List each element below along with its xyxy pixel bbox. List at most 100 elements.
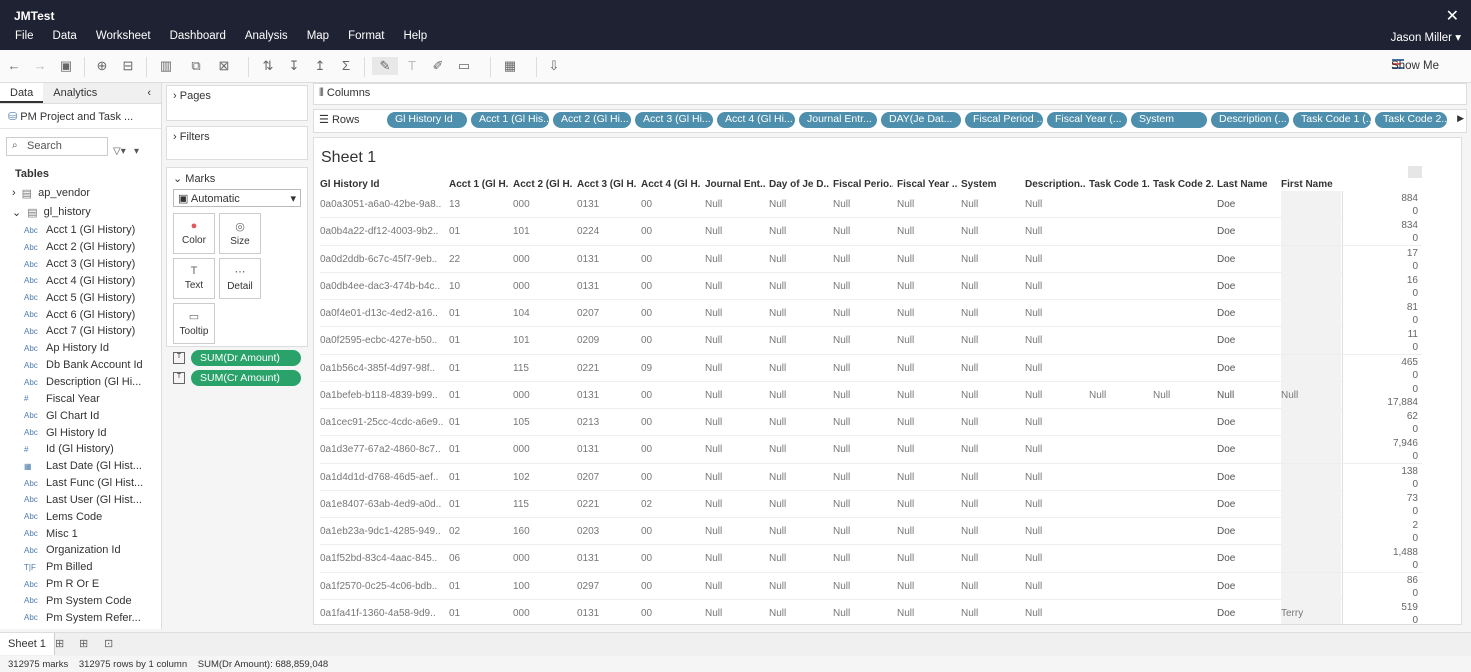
field-item[interactable]: Abc Acct 3 (Gl History)	[0, 256, 161, 273]
column-header[interactable]: Task Code 1...	[1089, 179, 1149, 190]
mark-size-button[interactable]: ◎ Size	[219, 213, 261, 254]
column-header[interactable]: Description...	[1025, 179, 1085, 190]
row-pill[interactable]: DAY(Je Dat...	[881, 112, 961, 128]
column-header[interactable]: Acct 2 (Gl H...	[513, 179, 573, 190]
row-pill[interactable]: Acct 3 (Gl Hi...	[635, 112, 713, 128]
field-item[interactable]: Abc Acct 2 (Gl History)	[0, 239, 161, 256]
row-pill[interactable]: Fiscal Period ...	[965, 112, 1043, 128]
field-item[interactable]: Abc Acct 6 (Gl History)	[0, 306, 161, 323]
scroll-right-icon[interactable]: ▶	[1457, 113, 1464, 124]
column-header[interactable]: Acct 3 (Gl H...	[577, 179, 637, 190]
field-item[interactable]: Abc Pm R Or E	[0, 576, 161, 593]
pause-updates-icon[interactable]: ⊟	[118, 57, 138, 75]
new-dashboard-icon[interactable]: ⊞	[79, 637, 95, 650]
menu-analysis[interactable]: Analysis	[245, 30, 288, 46]
row-pill[interactable]: Fiscal Year (...	[1047, 112, 1127, 128]
field-item[interactable]: Abc Gl Chart Id	[0, 407, 161, 424]
column-header[interactable]: Journal Ent...	[705, 179, 765, 190]
row-pill[interactable]: Journal Entr...	[799, 112, 877, 128]
field-item[interactable]: Abc Acct 4 (Gl History)	[0, 273, 161, 290]
duplicate-icon[interactable]: ⧉	[186, 57, 206, 75]
totals-icon[interactable]: Σ	[336, 57, 356, 75]
rows-shelf[interactable]: ☰ Rows Gl History Id Acct 1 (Gl His... Acc…	[313, 109, 1467, 133]
tab-sheet-1[interactable]: Sheet 1	[0, 633, 55, 655]
row-pill[interactable]: Acct 2 (Gl Hi...	[553, 112, 631, 128]
table-ap_vendor[interactable]: › ▤ ap_vendor	[0, 184, 161, 203]
sort-asc-icon[interactable]: ↧	[284, 57, 304, 75]
field-item[interactable]: Abc Acct 7 (Gl History)	[0, 323, 161, 340]
clear-icon[interactable]: ⊠	[214, 57, 234, 75]
column-header[interactable]: Acct 1 (Gl H...	[449, 179, 509, 190]
download-icon[interactable]: ⇩	[544, 57, 564, 75]
new-story-icon[interactable]: ⊡	[104, 637, 120, 650]
field-item[interactable]: Abc Description (Gl Hi...	[0, 374, 161, 391]
field-item[interactable]: T|F Pm Billed	[0, 559, 161, 576]
menu-format[interactable]: Format	[348, 30, 384, 46]
measure-pill[interactable]: SUM(Dr Amount)	[191, 350, 301, 366]
show-me-button[interactable]: Show Me	[1391, 60, 1439, 72]
mark-detail-button[interactable]: ⋯ Detail	[219, 258, 261, 299]
column-header[interactable]: Gl History Id	[320, 179, 445, 190]
row-pill[interactable]: System	[1131, 112, 1207, 128]
column-header[interactable]: System	[961, 179, 1021, 190]
field-item[interactable]: # Id (Gl History)	[0, 441, 161, 458]
row-pill[interactable]: Acct 4 (Gl Hi...	[717, 112, 795, 128]
tab-data[interactable]: Data	[0, 83, 44, 103]
row-pill[interactable]: Acct 1 (Gl His...	[471, 112, 549, 128]
search-input[interactable]: ⌕ Search	[6, 137, 108, 156]
presentation-icon[interactable]: ▦	[500, 57, 520, 75]
row-pill[interactable]: Task Code 1 (...	[1293, 112, 1371, 128]
field-item[interactable]: Abc Lems Code	[0, 508, 161, 525]
menu-worksheet[interactable]: Worksheet	[96, 30, 151, 46]
mark-tooltip-button[interactable]: ▭ Tooltip	[173, 303, 215, 344]
menu-data[interactable]: Data	[53, 30, 77, 46]
field-item[interactable]: Abc Last Func (Gl Hist...	[0, 475, 161, 492]
menu-help[interactable]: Help	[403, 30, 427, 46]
field-item[interactable]: ▦ Last Date (Gl Hist...	[0, 458, 161, 475]
new-worksheet-icon[interactable]: ▥	[156, 57, 176, 75]
user-menu[interactable]: Jason Miller ▾	[1391, 30, 1461, 44]
columns-shelf[interactable]: ⦀ Columns	[313, 83, 1467, 105]
new-worksheet-icon[interactable]: ⊞	[55, 637, 71, 650]
field-item[interactable]: Abc Pm System Refer...	[0, 609, 161, 626]
marks-type-select[interactable]: ▣ Automatic ▾	[173, 189, 301, 207]
new-datasource-icon[interactable]: ⊕	[92, 57, 112, 75]
fit-icon[interactable]: ▭	[454, 57, 474, 75]
menu-map[interactable]: Map	[307, 30, 329, 46]
sort-desc-icon[interactable]: ↥	[310, 57, 330, 75]
filters-card[interactable]: › Filters	[166, 126, 308, 160]
column-header[interactable]: Last Name	[1217, 179, 1277, 190]
field-item[interactable]: Abc Acct 1 (Gl History)	[0, 222, 161, 239]
field-item[interactable]: Abc Db Bank Account Id	[0, 357, 161, 374]
table-gl_history[interactable]: ⌄ ▤ gl_history	[0, 203, 161, 222]
column-header[interactable]: Acct 4 (Gl H...	[641, 179, 701, 190]
measure-pill[interactable]: SUM(Cr Amount)	[191, 370, 301, 386]
column-header[interactable]: Fiscal Perio...	[833, 179, 893, 190]
swap-icon[interactable]: ⇅	[258, 57, 278, 75]
format-icon[interactable]: ✐	[428, 57, 448, 75]
close-icon[interactable]: ✕	[1446, 6, 1459, 26]
field-item[interactable]: Abc Organization Id	[0, 542, 161, 559]
field-item[interactable]: Abc Gl History Id	[0, 424, 161, 441]
field-item[interactable]: Abc Misc 1	[0, 525, 161, 542]
column-header[interactable]: Day of Je D...	[769, 179, 829, 190]
chevron-icon[interactable]: ›	[12, 187, 16, 200]
menu-file[interactable]: File	[15, 30, 34, 46]
field-item[interactable]: # Fiscal Year	[0, 390, 161, 407]
column-header[interactable]: Task Code 2...	[1153, 179, 1213, 190]
save-icon[interactable]: ▣	[56, 57, 76, 75]
row-pill[interactable]: Task Code 2...	[1375, 112, 1447, 128]
tab-analytics[interactable]: Analytics ‹	[43, 83, 161, 103]
menu-dashboard[interactable]: Dashboard	[170, 30, 226, 46]
back-icon[interactable]: ←	[4, 57, 24, 75]
highlight-icon[interactable]: ✎	[372, 57, 398, 75]
datasource[interactable]: ⛁ PM Project and Task ...	[0, 104, 161, 129]
mark-text-button[interactable]: T Text	[173, 258, 215, 299]
forward-icon[interactable]: →	[30, 57, 50, 75]
column-header[interactable]: Fiscal Year ...	[897, 179, 957, 190]
mark-color-button[interactable]: ● Color	[173, 213, 215, 254]
field-item[interactable]: Abc Acct 5 (Gl History)	[0, 289, 161, 306]
row-pill[interactable]: Gl History Id	[387, 112, 467, 128]
column-header[interactable]: First Name	[1281, 179, 1341, 190]
scrollbar[interactable]	[1408, 166, 1422, 178]
